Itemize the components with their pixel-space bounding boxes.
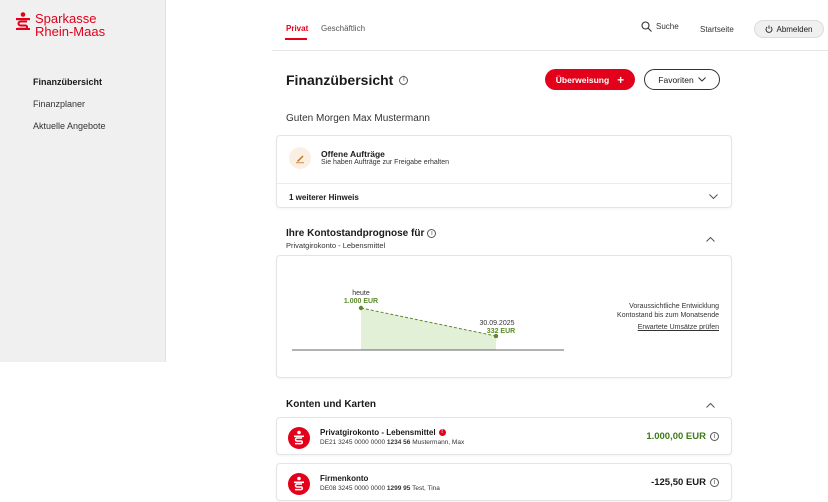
page-title-text: Finanzübersicht (286, 72, 394, 88)
divider (277, 183, 731, 184)
sidebar-nav: Finanzübersicht Finanzplaner Aktuelle An… (33, 76, 106, 142)
open-orders-card: Offene Aufträge Sie haben Aufträge zur F… (276, 135, 732, 208)
search-icon (641, 21, 652, 32)
account-name: Firmenkonto (320, 474, 369, 483)
logout-button[interactable]: Abmelden (754, 20, 824, 38)
account-card[interactable]: Privatgirokonto - Lebensmittel ! DE21 32… (276, 417, 732, 455)
account-name: Privatgirokonto - Lebensmittel ! (320, 428, 446, 437)
pen-icon (289, 147, 311, 169)
expected-transactions-link[interactable]: Erwartete Umsätze prüfen (638, 324, 719, 331)
info-icon[interactable]: i (427, 229, 437, 238)
forecast-card: heute 1.000 EUR 30.09.2025 332 EUR Vorau… (276, 255, 732, 378)
start-value: 1.000 EUR (344, 298, 378, 305)
end-label: 30.09.2025 (479, 320, 514, 327)
account-balance: -125,50 EUR i (651, 477, 719, 488)
tab-geschaeftlich[interactable]: Geschäftlich (321, 24, 365, 33)
forecast-description: Voraussichtliche Entwicklung Kontostand … (617, 303, 719, 319)
transfer-label: Überweisung (555, 74, 610, 85)
sidebar-item-finanzuebersicht[interactable]: Finanzübersicht (33, 76, 106, 98)
sparkasse-logo-icon (16, 12, 30, 30)
forecast-title-text: Ihre Kontostandprognose für (286, 228, 425, 239)
power-icon (765, 25, 773, 33)
chevron-down-icon[interactable] (709, 194, 718, 200)
bank-name: Sparkasse Rhein-Maas (35, 11, 106, 39)
start-point (358, 305, 364, 311)
favorites-label: Favoriten (658, 74, 694, 85)
info-icon[interactable]: i (710, 432, 719, 441)
account-balance: 1.000,00 EUR i (646, 431, 719, 442)
header-divider (272, 50, 828, 51)
forecast-title: Ihre Kontostandprognose für i (286, 228, 437, 239)
account-card[interactable]: Firmenkonto DE08 3245 0000 0000 1299 95 … (276, 463, 732, 501)
tab-privat[interactable]: Privat (286, 24, 308, 33)
plus-icon: + (617, 72, 625, 87)
transfer-button[interactable]: Überweisung + (545, 69, 635, 90)
accounts-title: Konten und Karten (286, 399, 376, 410)
sparkasse-logo[interactable]: Sparkasse Rhein-Maas (16, 12, 105, 38)
account-iban: DE21 3245 0000 0000 1234 56 Mustermann, … (320, 439, 465, 446)
sparkasse-account-icon (288, 427, 310, 449)
page-title: Finanzübersicht i (286, 72, 409, 88)
sidebar: Sparkasse Rhein-Maas Finanzübersicht Fin… (0, 0, 166, 362)
open-orders-subtitle: Sie haben Aufträge zur Freigabe erhalten (321, 159, 450, 166)
info-icon[interactable]: i (710, 478, 719, 487)
logout-label: Abmelden (776, 24, 813, 34)
more-hints-toggle[interactable]: 1 weiterer Hinweis (289, 193, 359, 202)
account-iban: DE08 3245 0000 0000 1299 95 Test, Tina (320, 485, 440, 492)
search-label: Suche (656, 22, 679, 31)
forecast-account: Privatgirokonto - Lebensmittel (286, 241, 386, 250)
chevron-up-icon[interactable] (706, 236, 715, 242)
chevron-up-icon[interactable] (706, 402, 715, 408)
active-tab-indicator (285, 38, 307, 40)
open-orders-title[interactable]: Offene Aufträge (321, 149, 385, 159)
end-value: 332 EUR (487, 328, 515, 335)
sparkasse-account-icon (288, 473, 310, 495)
forecast-chart: heute 1.000 EUR 30.09.2025 332 EUR (292, 290, 564, 351)
info-icon[interactable]: i (399, 75, 409, 85)
alert-icon: ! (438, 429, 446, 436)
sidebar-item-aktuelle-angebote[interactable]: Aktuelle Angebote (33, 120, 106, 142)
sidebar-item-finanzplaner[interactable]: Finanzplaner (33, 98, 106, 120)
forecast-area (361, 308, 496, 350)
chevron-down-icon (697, 77, 706, 82)
favorites-button[interactable]: Favoriten (644, 69, 720, 90)
start-label: heute (352, 290, 370, 297)
home-link[interactable]: Startseite (700, 25, 734, 34)
search-button[interactable]: Suche (641, 21, 679, 32)
greeting: Guten Morgen Max Mustermann (286, 113, 430, 124)
